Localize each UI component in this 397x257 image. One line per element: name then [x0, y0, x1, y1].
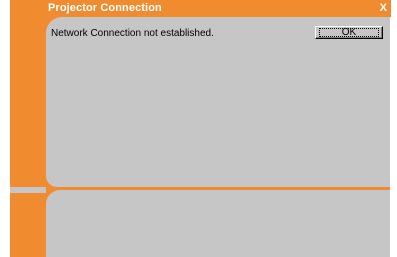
- window-title: Projector Connection: [48, 2, 162, 14]
- projector-connection-window: Projector Connection X Network Connectio…: [10, 0, 391, 257]
- close-icon[interactable]: X: [380, 2, 387, 15]
- ok-button[interactable]: OK: [315, 26, 383, 39]
- title-bar[interactable]: Projector Connection X: [10, 0, 391, 17]
- left-accent-bar-top: [10, 17, 46, 187]
- ok-button-label: OK: [341, 27, 357, 38]
- divider-line: [46, 187, 391, 190]
- status-message: Network Connection not established.: [51, 28, 214, 39]
- right-edge: [390, 17, 391, 257]
- left-accent-bar-bottom: [10, 193, 46, 257]
